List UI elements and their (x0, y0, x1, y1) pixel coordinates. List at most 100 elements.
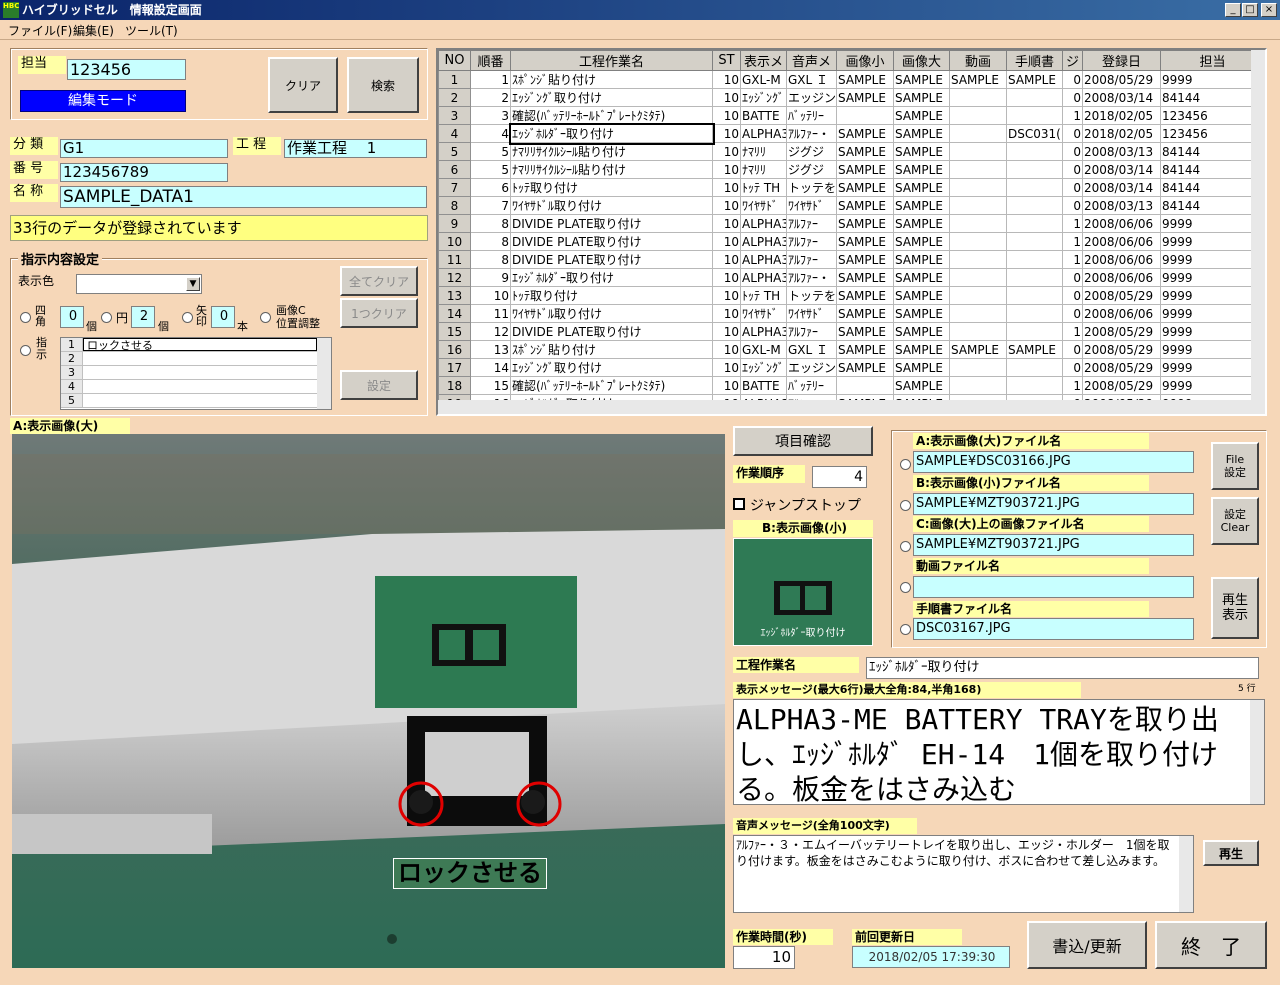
table-cell[interactable]: 10 (712, 70, 741, 89)
table-cell[interactable] (1006, 160, 1063, 179)
table-cell[interactable]: ﾜｲﾔｻﾄﾞﾙ取り付け (510, 196, 713, 215)
table-cell[interactable]: 13 (470, 340, 511, 359)
table-row[interactable]: 13 10 ﾄｯﾃ取り付け 10 ﾄｯﾃ TH トッテを SAMPLE SAMPLE 0 2008… (438, 286, 1265, 305)
table-cell[interactable]: エッジン (786, 88, 837, 107)
table-cell[interactable]: 0 (1062, 340, 1083, 359)
table-cell[interactable]: 2008/06/06 (1082, 232, 1161, 251)
jump-stop-checkbox[interactable] (733, 498, 745, 510)
indicate-radio[interactable] (20, 345, 31, 356)
table-cell[interactable]: 1 (470, 70, 511, 89)
row-number-cell[interactable]: 10 (438, 232, 471, 251)
table-cell[interactable]: ALPHA3 (740, 322, 787, 341)
table-cell[interactable]: ﾄｯﾃ TH (740, 178, 787, 197)
write-update-button[interactable]: 書込/更新 (1027, 921, 1147, 969)
table-cell[interactable] (1006, 196, 1063, 215)
table-cell[interactable]: 9999 (1160, 340, 1265, 359)
table-cell[interactable]: 0 (1062, 268, 1083, 287)
table-cell[interactable]: 14 (470, 358, 511, 377)
table-cell[interactable] (1006, 142, 1063, 161)
instruction-list-item[interactable]: 2 (61, 352, 317, 366)
table-cell[interactable]: ﾜｲﾔｻﾄﾞ (740, 304, 787, 323)
table-row[interactable]: 18 15 確認(ﾊﾞｯﾃﾘｰﾎｰﾙﾄﾞﾌﾟﾚｰﾄｸﾐﾀﾃ) 10 BATTE ﾊﾞｯﾃﾘ… (438, 376, 1265, 395)
image-c-radio[interactable] (260, 312, 271, 323)
table-cell[interactable]: SAMPLE (893, 250, 950, 269)
table-cell[interactable]: ALPHA3 (740, 214, 787, 233)
table-cell[interactable]: ｴｯｼﾞﾎﾙﾀﾞｰ取り付け (510, 268, 713, 287)
table-cell[interactable]: SAMPLE (949, 340, 1007, 359)
table-cell[interactable] (1006, 358, 1063, 377)
table-cell[interactable]: 15 (470, 376, 511, 395)
table-cell[interactable]: 10 (712, 286, 741, 305)
column-header[interactable]: NO (438, 50, 471, 71)
table-cell[interactable]: 確認(ﾊﾞｯﾃﾘｰﾎｰﾙﾄﾞﾌﾟﾚｰﾄｸﾐﾀﾃ) (510, 106, 713, 125)
table-cell[interactable]: SAMPLE (1006, 70, 1063, 89)
table-cell[interactable]: SAMPLE (949, 70, 1007, 89)
table-cell[interactable]: ﾊﾞｯﾃﾘｰ (786, 106, 837, 125)
end-button[interactable]: 終 了 (1155, 921, 1267, 969)
instruction-list-scrollbar[interactable] (317, 338, 331, 409)
square-count[interactable]: 0 (60, 306, 84, 328)
table-cell[interactable]: SAMPLE (836, 142, 894, 161)
set-clear-button[interactable]: 設定 Clear (1211, 497, 1259, 545)
table-cell[interactable]: DSC031( (1006, 124, 1063, 143)
video-file-radio[interactable] (900, 582, 911, 593)
row-number-cell[interactable]: 14 (438, 304, 471, 323)
table-cell[interactable]: SAMPLE (893, 232, 950, 251)
menu-file[interactable]: ファイル(F) (8, 22, 72, 39)
table-cell[interactable]: 確認(ﾊﾞｯﾃﾘｰﾎｰﾙﾄﾞﾌﾟﾚｰﾄｸﾐﾀﾃ) (510, 376, 713, 395)
table-cell[interactable]: SAMPLE (893, 124, 950, 143)
table-row[interactable]: 7 6 ﾄｯﾃ取り付け 10 ﾄｯﾃ TH トッテを SAMPLE SAMPLE 0 2008/0… (438, 178, 1265, 197)
table-cell[interactable] (949, 160, 1007, 179)
table-cell[interactable]: 10 (712, 214, 741, 233)
table-cell[interactable]: ｱﾙﾌｧｰ (786, 322, 837, 341)
table-cell[interactable]: ﾊﾞｯﾃﾘｰ (786, 376, 837, 395)
user-field[interactable]: 123456 (67, 59, 186, 80)
table-cell[interactable]: 10 (712, 304, 741, 323)
row-number-cell[interactable]: 4 (438, 124, 471, 143)
table-cell[interactable]: ｱﾙﾌｧｰ・ (786, 124, 837, 143)
table-cell[interactable]: SAMPLE (893, 322, 950, 341)
table-cell[interactable]: SAMPLE (836, 88, 894, 107)
table-cell[interactable]: SAMPLE (893, 268, 950, 287)
table-cell[interactable] (949, 88, 1007, 107)
table-cell[interactable] (949, 376, 1007, 395)
table-cell[interactable]: 2008/05/29 (1082, 322, 1161, 341)
table-cell[interactable]: SAMPLE (836, 160, 894, 179)
row-number-cell[interactable]: 3 (438, 106, 471, 125)
table-cell[interactable] (949, 232, 1007, 251)
table-cell[interactable]: 0 (1062, 88, 1083, 107)
table-cell[interactable]: SAMPLE (836, 70, 894, 89)
column-header[interactable]: 順番 (470, 50, 511, 71)
table-cell[interactable]: 10 (712, 322, 741, 341)
table-cell[interactable]: 9999 (1160, 322, 1265, 341)
table-row[interactable]: 10 8 DIVIDE PLATE取り付け 10 ALPHA3 ｱﾙﾌｧｰ SAMPLE SA… (438, 232, 1265, 251)
table-cell[interactable]: SAMPLE (893, 286, 950, 305)
table-cell[interactable]: SAMPLE (893, 196, 950, 215)
table-cell[interactable]: ｱﾙﾌｧｰ (786, 250, 837, 269)
table-row[interactable]: 11 8 DIVIDE PLATE取り付け 10 ALPHA3 ｱﾙﾌｧｰ SAMPLE SA… (438, 250, 1265, 269)
number-field[interactable]: 123456789 (60, 163, 228, 182)
table-cell[interactable]: ﾄｯﾃ取り付け (510, 178, 713, 197)
table-cell[interactable]: 1 (1062, 232, 1083, 251)
table-cell[interactable] (836, 106, 894, 125)
row-number-cell[interactable]: 16 (438, 340, 471, 359)
table-cell[interactable]: ｴｯｼﾞﾎﾙﾀﾞｰ取り付け (508, 122, 715, 145)
table-cell[interactable]: SAMPLE (836, 268, 894, 287)
table-cell[interactable]: 84144 (1160, 160, 1265, 179)
table-cell[interactable]: SAMPLE (836, 250, 894, 269)
clear-button[interactable]: クリア (268, 57, 338, 113)
column-header[interactable]: 担当 (1160, 50, 1265, 71)
table-cell[interactable]: SAMPLE (836, 322, 894, 341)
table-cell[interactable]: 9999 (1160, 232, 1265, 251)
table-cell[interactable]: SAMPLE (893, 88, 950, 107)
column-header[interactable]: 手順書 (1006, 50, 1063, 71)
table-cell[interactable]: 0 (1062, 142, 1083, 161)
instruction-list-item[interactable]: 4 (61, 380, 317, 394)
table-cell[interactable] (949, 268, 1007, 287)
table-cell[interactable]: 0 (1062, 196, 1083, 215)
table-row[interactable]: 8 7 ﾜｲﾔｻﾄﾞﾙ取り付け 10 ﾜｲﾔｻﾄﾞ ﾜｲﾔｻﾄﾞ SAMPLE SAMPLE 0… (438, 196, 1265, 215)
table-cell[interactable]: ALPHA3 (740, 268, 787, 287)
display-msg-scrollbar[interactable] (1250, 700, 1264, 804)
table-cell[interactable]: SAMPLE (836, 214, 894, 233)
table-cell[interactable]: 0 (1062, 358, 1083, 377)
